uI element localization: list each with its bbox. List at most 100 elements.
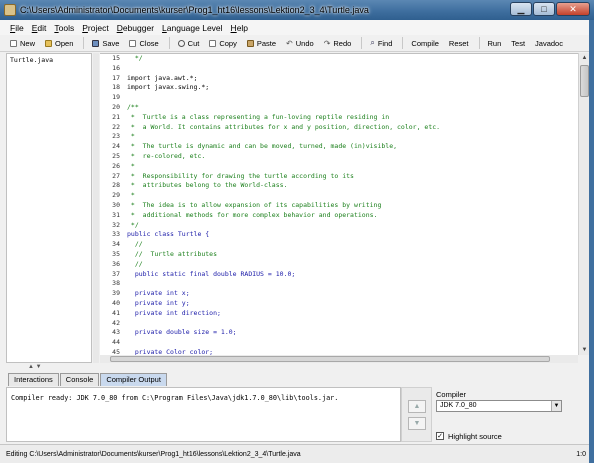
code-line: 30 * The idea is to allow expansion of i… [100,201,381,211]
close-window-button[interactable]: ✕ [556,2,590,16]
maximize-button[interactable]: □ [533,2,555,16]
line-number: 25 [112,152,120,160]
close-file-button[interactable]: Close [125,36,162,51]
menu-debugger[interactable]: Debugger [117,23,154,33]
code-line: 44 [100,338,127,348]
menu-language-level[interactable]: Language Level [162,23,223,33]
code-line: 23 * [100,132,135,142]
code-line: 42 [100,319,127,329]
copy-icon [209,39,217,47]
line-number: 26 [112,161,120,170]
line-number: 19 [112,93,120,102]
tab-interactions[interactable]: Interactions [8,373,59,386]
code-text: private int direction; [127,308,221,317]
menu-tools[interactable]: Tools [54,23,74,33]
cut-button[interactable]: Cut [174,36,204,51]
scrollbar-thumb[interactable] [580,65,589,97]
code-text: import java.awt.*; [127,73,198,82]
toolbar-separator [402,37,404,49]
menu-help[interactable]: Help [231,23,248,33]
code-line: 34 // [100,240,143,250]
line-number: 36 [112,259,120,268]
line-number: 45 [112,348,120,355]
javadoc-label: Javadoc [535,38,563,48]
code-line: 25 * re-colored, etc. [100,152,205,162]
code-line: 16 [100,64,127,74]
menu-edit[interactable]: Edit [32,23,47,33]
toolbar-separator [361,37,363,49]
tab-console[interactable]: Console [59,373,100,386]
code-text: private int x; [127,289,190,298]
horizontal-splitter[interactable]: ▲ ▼ [0,363,594,372]
line-number: 35 [112,250,120,258]
window-title: C:\Users\Administrator\Documents\kurser\… [20,5,369,15]
code-line: 19 [100,93,127,103]
line-number: 27 [112,171,120,180]
next-error-icon[interactable]: ▼ [408,417,426,430]
paste-icon [246,39,254,47]
javadoc-button[interactable]: Javadoc [531,36,567,51]
previous-error-icon[interactable]: ▲ [408,400,426,413]
code-text: public static final double RADIUS = 10.0… [127,269,296,278]
code-line: 24 * The turtle is dynamic and can be mo… [100,142,397,152]
code-line: 18 import javax.swing.*; [100,83,209,93]
line-number: 34 [112,240,120,249]
vertical-splitter[interactable] [93,53,99,363]
editor-vertical-scrollbar[interactable]: ▲ ▼ [578,53,589,355]
menu-file[interactable]: File [10,23,24,33]
code-text: * Responsibility for drawing the turtle … [127,171,354,180]
compiler-selected-value: JDK 7.0_80 [440,402,477,409]
code-line: 28 * attributes belong to the World-clas… [100,181,287,191]
file-list-item[interactable]: Turtle.java [7,54,91,66]
menu-project[interactable]: Project [82,23,108,33]
line-number: 30 [112,201,120,209]
line-number: 22 [112,122,120,131]
status-text: Editing C:\Users\Administrator\Documents… [6,450,301,458]
code-text: public class Turtle { [127,230,210,239]
open-button[interactable]: Open [41,36,77,51]
test-button[interactable]: Test [507,36,529,51]
compile-button[interactable]: Compile [407,36,443,51]
code-line: 31 * additional methods for more complex… [100,211,377,221]
code-line: 38 [100,279,127,289]
code-editor[interactable]: 15 */16 17 import java.awt.*; 18 import java… [100,53,578,355]
run-label: Run [487,38,502,48]
reset-button[interactable]: Reset [445,36,473,51]
chevron-down-icon: ▼ [551,401,561,411]
copy-button[interactable]: Copy [205,36,241,51]
line-number: 37 [112,269,120,278]
undo-label: Undo [295,38,314,48]
compiler-select[interactable]: JDK 7.0_80 ▼ [436,400,562,412]
editor-horizontal-scrollbar[interactable] [100,355,578,363]
line-number: 16 [112,63,120,72]
undo-button[interactable]: ↶ Undo [282,36,318,51]
close-label: Close [139,38,159,48]
code-line: 41 private int direction; [100,309,221,319]
app-window: C:\Users\Administrator\Documents\kurser\… [0,0,594,463]
paste-button[interactable]: Paste [243,36,280,51]
save-button[interactable]: Save [88,36,123,51]
window-frame-edge [589,20,594,463]
cursor-position: 1:0 [576,451,586,458]
output-navigation: ▲ ▼ [401,387,432,442]
code-text: // [127,240,143,249]
minimize-button[interactable]: ▁ [510,2,532,16]
line-number: 42 [112,318,120,327]
highlight-source-checkbox[interactable]: ✓ [436,432,444,440]
code-text: import javax.swing.*; [127,83,210,92]
line-number: 23 [112,132,120,141]
run-button[interactable]: Run [484,36,506,51]
highlight-source-label: Highlight source [448,432,502,441]
window-controls: ▁ □ ✕ [510,2,590,16]
redo-label: Redo [333,38,352,48]
find-button[interactable]: ⌕ Find [366,36,396,51]
code-line: 35 // Turtle attributes [100,250,217,260]
title-bar[interactable]: C:\Users\Administrator\Documents\kurser\… [0,0,594,20]
redo-button[interactable]: ↷ Redo [320,36,356,51]
line-number: 32 [112,220,120,229]
code-text: */ [127,220,139,229]
tab-compiler-output[interactable]: Compiler Output [100,373,167,386]
line-number: 15 [112,54,120,62]
horizontal-scrollbar-thumb[interactable] [110,356,550,362]
new-button[interactable]: New [6,36,39,51]
